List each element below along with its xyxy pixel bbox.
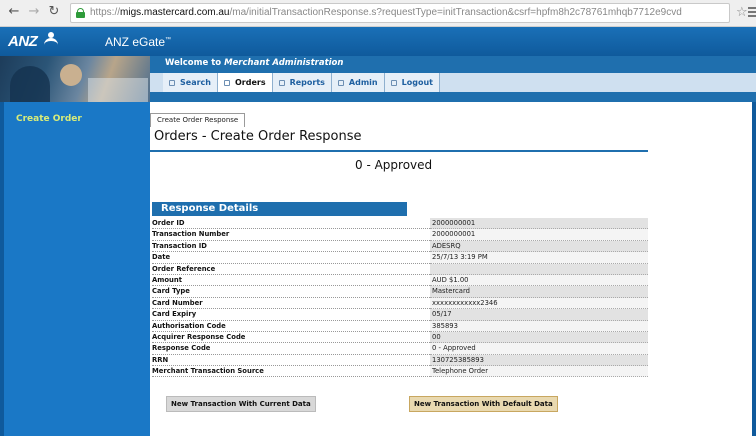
arrow-icon <box>390 79 397 86</box>
field-label: Transaction ID <box>152 241 430 253</box>
field-value: 385893 <box>430 320 648 332</box>
table-row: Amount AUD $1.00 <box>152 274 648 287</box>
field-label: Response Code <box>152 343 430 355</box>
app-name: ANZ eGate™ <box>105 35 172 49</box>
tab-create-order-response[interactable]: Create Order Response <box>150 113 246 127</box>
sidebar-item-create-order[interactable]: Create Order <box>16 114 82 124</box>
anz-logo-person-icon <box>44 32 58 48</box>
browser-toolbar: ← → ↻ https://migs.mastercard.com.au/ma/… <box>0 0 756 27</box>
field-label: Order Reference <box>152 264 430 275</box>
table-row: Order ID 2000000001 <box>152 218 648 230</box>
table-row: Card Expiry 05/17 <box>152 309 648 321</box>
field-value <box>430 263 648 275</box>
field-value: Mastercard <box>430 286 648 298</box>
lock-icon <box>76 8 85 18</box>
nav-search[interactable]: Search <box>163 73 218 92</box>
arrow-icon <box>223 79 230 86</box>
field-label: Card Expiry <box>152 309 430 321</box>
field-label: Amount <box>152 275 430 287</box>
title-divider <box>150 150 648 152</box>
table-row: Order Reference <box>152 263 648 275</box>
field-label: Acquirer Response Code <box>152 332 430 344</box>
table-row: Response Code 0 - Approved <box>152 343 648 355</box>
main-nav: Search Orders Reports Admin Logout <box>163 73 440 92</box>
menu-icon[interactable] <box>748 7 756 17</box>
nav-logout[interactable]: Logout <box>384 73 440 92</box>
welcome-text: Welcome to Merchant Administration <box>165 58 344 68</box>
field-label: Authorisation Code <box>152 321 430 332</box>
table-row: Transaction ID ADESRQ <box>152 240 648 253</box>
field-value: ADESRQ <box>430 240 648 253</box>
new-transaction-current-data-button[interactable]: New Transaction With Current Data <box>166 396 316 412</box>
table-row: Transaction Number 2000000001 <box>152 229 648 241</box>
field-label: Merchant Transaction Source <box>152 366 430 378</box>
field-value: 2000000001 <box>430 229 648 241</box>
table-row: Merchant Transaction Source Telephone Ord… <box>152 366 648 378</box>
field-label: Transaction Number <box>152 229 430 241</box>
table-row: Card Type Mastercard <box>152 286 648 298</box>
arrow-icon <box>169 79 175 86</box>
page-title: Orders - Create Order Response <box>154 129 362 144</box>
field-label: Order ID <box>152 218 430 230</box>
field-value: 2000000001 <box>430 218 648 230</box>
field-value: Telephone Order <box>430 366 648 378</box>
table-row: Acquirer Response Code 00 <box>152 331 648 344</box>
field-value: 0 - Approved <box>430 343 648 355</box>
field-value: 130725385893 <box>430 354 648 367</box>
table-row: RRN 130725385893 <box>152 354 648 367</box>
field-label: RRN <box>152 355 430 367</box>
response-status: 0 - Approved <box>355 158 433 172</box>
star-icon[interactable]: ☆ <box>736 5 748 20</box>
field-value: AUD $1.00 <box>430 274 648 287</box>
nav-underline <box>150 92 756 102</box>
table-row: Authorisation Code 385893 <box>152 320 648 332</box>
back-icon[interactable]: ← <box>6 4 22 20</box>
address-bar[interactable]: https://migs.mastercard.com.au/ma/initia… <box>70 3 730 23</box>
app-header: ANZ ANZ eGate™ <box>0 27 756 56</box>
response-details-table: Order ID 2000000001 Transaction Number 2000… <box>152 218 648 378</box>
url-text: https://migs.mastercard.com.au/ma/initia… <box>90 7 682 18</box>
field-value: xxxxxxxxxxxx2346 <box>430 297 648 310</box>
nav-reports[interactable]: Reports <box>272 73 332 92</box>
sidebar: Create Order <box>0 102 150 436</box>
new-transaction-default-data-button[interactable]: New Transaction With Default Data <box>409 396 558 412</box>
field-label: Card Number <box>152 298 430 310</box>
forward-icon[interactable]: → <box>26 4 42 20</box>
field-value: 05/17 <box>430 309 648 321</box>
field-label: Date <box>152 252 430 264</box>
field-value: 25/7/13 3:19 PM <box>430 252 648 264</box>
table-row: Card Number xxxxxxxxxxxx2346 <box>152 297 648 310</box>
nav-orders[interactable]: Orders <box>217 73 273 92</box>
field-label: Card Type <box>152 286 430 298</box>
arrow-icon <box>278 79 285 86</box>
response-details-heading: Response Details <box>152 202 407 216</box>
reload-icon[interactable]: ↻ <box>46 4 62 20</box>
nav-admin[interactable]: Admin <box>331 73 385 92</box>
right-border <box>752 102 756 436</box>
arrow-icon <box>337 79 344 86</box>
header-photo <box>0 56 150 102</box>
table-row: Date 25/7/13 3:19 PM <box>152 252 648 264</box>
anz-logo: ANZ <box>8 33 38 50</box>
field-value: 00 <box>430 331 648 344</box>
